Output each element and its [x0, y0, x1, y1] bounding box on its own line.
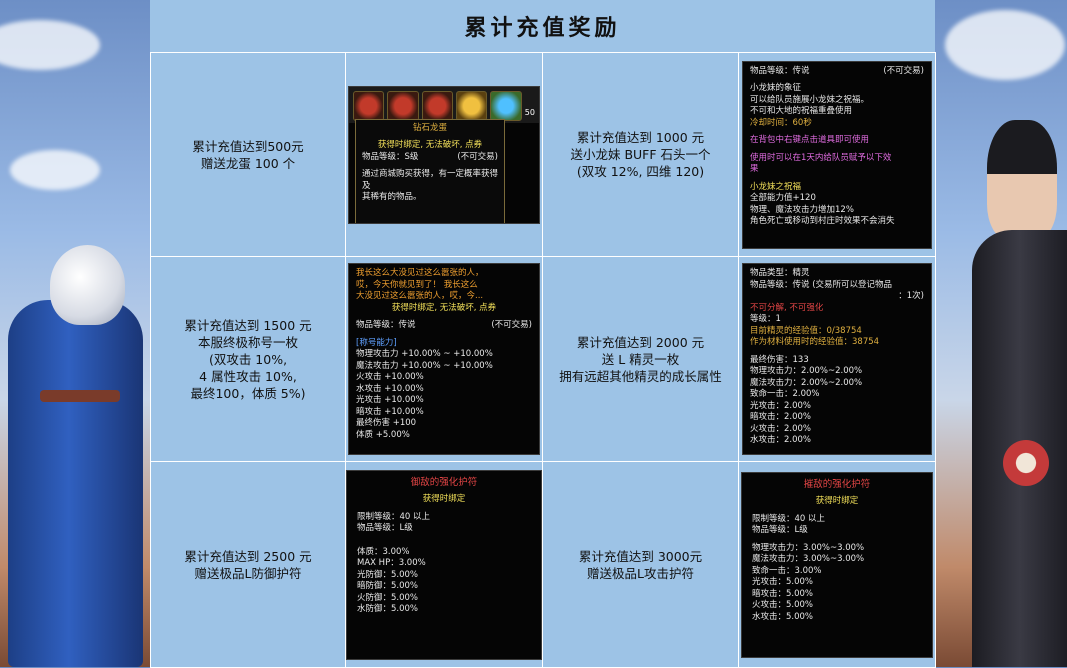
inventory-slot-bar: 50	[349, 86, 539, 123]
reward-image-dragon-egg: 50 钻石龙蛋 获得时绑定, 无法破坏, 点券 物品等级：S级 (不可交易) 通…	[345, 52, 543, 257]
character-left-hood	[50, 245, 125, 325]
inventory-slot	[456, 90, 488, 121]
title-bar: 累计充值奖励	[150, 0, 935, 53]
reward-table: 累计充值达到500元 赠送龙蛋 100 个 50 钻石龙蛋 获得时绑定, 无法破…	[150, 52, 936, 668]
background-left-artwork	[0, 0, 150, 667]
reward-panel: 累计充值奖励 累计充值达到500元 赠送龙蛋 100 个 50 钻石龙蛋 获得时…	[150, 0, 936, 668]
reward-desc-3000: 累计充值达到 3000元 赠送极品L攻击护符	[542, 461, 739, 668]
inventory-slot	[353, 90, 385, 121]
page-title: 累计充值奖励	[464, 15, 621, 41]
reward-image-spirit: 物品类型：精灵 物品等级：传说 (交易所可以登记物品 ：1次) 不可分解, 不可…	[738, 256, 936, 462]
reward-image-attack-charm: 摧敌的强化护符 获得时绑定 限制等级：40 以上 物品等级：L级 物理攻击力：3…	[738, 461, 936, 668]
reward-desc-500: 累计充值达到500元 赠送龙蛋 100 个	[150, 52, 346, 257]
reward-row-3: 累计充值达到 2500 元 赠送极品L防御护符 御敌的强化护符 获得时绑定 限制…	[150, 461, 936, 668]
inventory-slot	[490, 90, 522, 121]
inventory-slot	[421, 90, 454, 121]
item-tooltip-buff-stone: 物品等级：传说 (不可交易) 小龙妹的象征 可以给队员施展小龙妹之祝福。 不可和…	[742, 60, 932, 249]
item-tooltip-defense-charm: 御敌的强化护符 获得时绑定 限制等级：40 以上 物品等级：L级 体质：3.00…	[346, 469, 542, 660]
reward-desc-2000: 累计充值达到 2000 元 送 L 精灵一枚 拥有远超其他精灵的成长属性	[542, 256, 739, 462]
reward-image-buff-stone: 物品等级：传说 (不可交易) 小龙妹的象征 可以给队员施展小龙妹之祝福。 不可和…	[738, 52, 936, 257]
item-tooltip-dragon-egg: 50 钻石龙蛋 获得时绑定, 无法破坏, 点券 物品等级：S级 (不可交易) 通…	[348, 85, 540, 224]
character-right-head	[987, 120, 1057, 240]
background-right-artwork	[935, 0, 1067, 667]
reward-desc-2500: 累计充值达到 2500 元 赠送极品L防御护符	[150, 461, 346, 668]
item-popup: 钻石龙蛋 获得时绑定, 无法破坏, 点券 物品等级：S级 (不可交易) 通过商城…	[355, 118, 505, 223]
reward-row-2: 累计充值达到 1500 元 本服终极称号一枚 (双攻击 10%, 4 属性攻击 …	[150, 256, 936, 462]
item-tooltip-spirit: 物品类型：精灵 物品等级：传说 (交易所可以登记物品 ：1次) 不可分解, 不可…	[742, 263, 932, 455]
reward-image-defense-charm: 御敌的强化护符 获得时绑定 限制等级：40 以上 物品等级：L级 体质：3.00…	[345, 461, 543, 668]
item-tooltip-attack-charm: 摧敌的强化护符 获得时绑定 限制等级：40 以上 物品等级：L级 物理攻击力：3…	[741, 471, 933, 658]
reward-desc-1500: 累计充值达到 1500 元 本服终极称号一枚 (双攻击 10%, 4 属性攻击 …	[150, 256, 346, 462]
item-tooltip-title: 我长这么大没见过这么嚣张的人， 哎，今天你就见到了！ 我长这么 大没见过这么嚣张…	[348, 263, 540, 455]
reward-row-1: 累计充值达到500元 赠送龙蛋 100 个 50 钻石龙蛋 获得时绑定, 无法破…	[150, 52, 936, 257]
character-right-emblem	[1003, 440, 1049, 486]
inventory-slot	[387, 90, 419, 121]
reward-desc-1000: 累计充值达到 1000 元 送小龙妹 BUFF 石头一个 (双攻 12%, 四维…	[542, 52, 739, 257]
character-left-figure	[8, 300, 143, 667]
reward-image-title: 我长这么大没见过这么嚣张的人， 哎，今天你就见到了！ 我长这么 大没见过这么嚣张…	[345, 256, 543, 462]
